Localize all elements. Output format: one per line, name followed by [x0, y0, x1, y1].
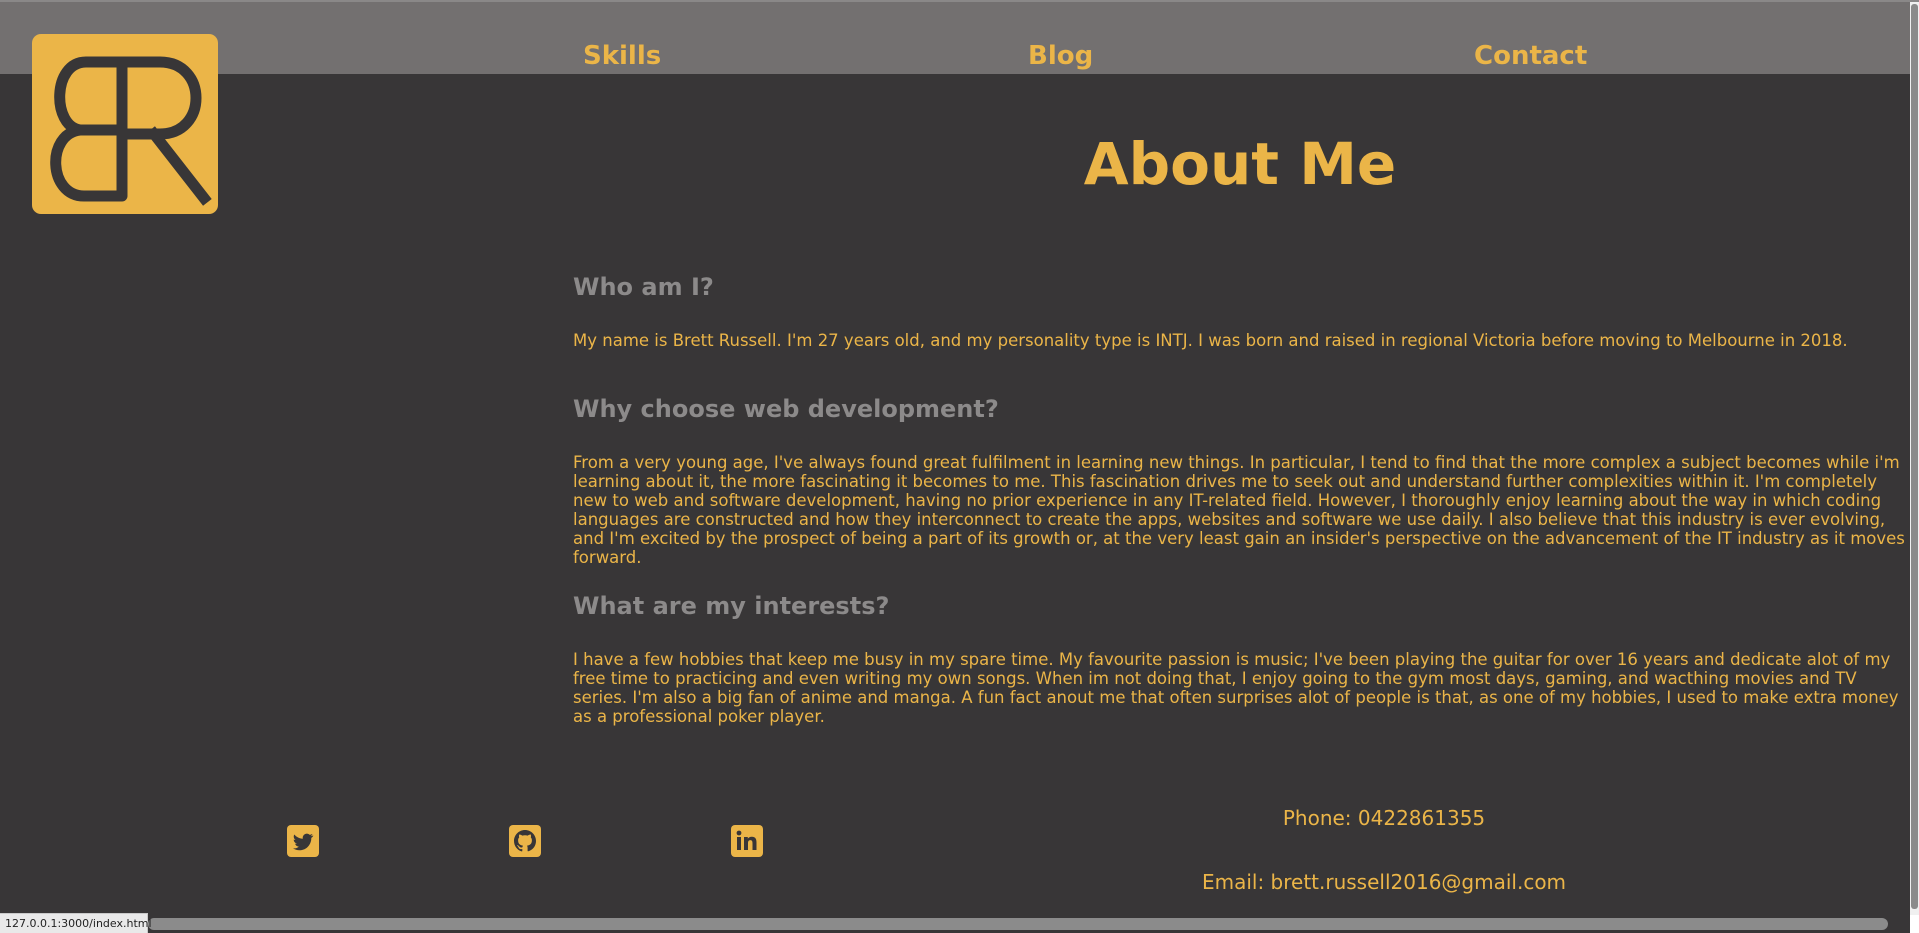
- page: Skills Blog Contact About Me Who am I? M…: [0, 0, 1919, 933]
- nav-link-skills[interactable]: Skills: [583, 38, 661, 74]
- section-text-interests: I have a few hobbies that keep me busy i…: [573, 650, 1899, 726]
- horizontal-scrollbar-thumb[interactable]: [148, 918, 1888, 930]
- br-monogram-logo-icon: [50, 56, 212, 206]
- twitter-link[interactable]: [287, 825, 319, 857]
- contact-phone: Phone: 0422861355: [1282, 806, 1486, 830]
- github-link[interactable]: [509, 825, 541, 857]
- contact-email[interactable]: Email: brett.russell2016@gmail.com: [1084, 868, 1684, 896]
- scrollbar-corner: [1910, 915, 1919, 933]
- nav-link-contact[interactable]: Contact: [1474, 38, 1587, 74]
- section-text-who: My name is Brett Russell. I'm 27 years o…: [573, 331, 1848, 350]
- linkedin-link[interactable]: [731, 825, 763, 857]
- vertical-scrollbar-thumb[interactable]: [1911, 4, 1918, 909]
- section-heading-why: Why choose web development?: [573, 395, 999, 423]
- status-bar-url: 127.0.0.1:3000/index.html: [0, 913, 152, 933]
- twitter-icon: [293, 833, 314, 851]
- nav-link-blog[interactable]: Blog: [1028, 38, 1093, 74]
- navbar: Skills Blog Contact: [0, 2, 1910, 74]
- section-heading-interests: What are my interests?: [573, 592, 890, 620]
- section-text-why: From a very young age, I've always found…: [573, 453, 1905, 567]
- section-heading-who: Who am I?: [573, 273, 714, 301]
- page-title: About Me: [1083, 130, 1397, 198]
- linkedin-icon: [736, 830, 757, 850]
- github-icon: [514, 830, 536, 852]
- logo[interactable]: [32, 34, 218, 214]
